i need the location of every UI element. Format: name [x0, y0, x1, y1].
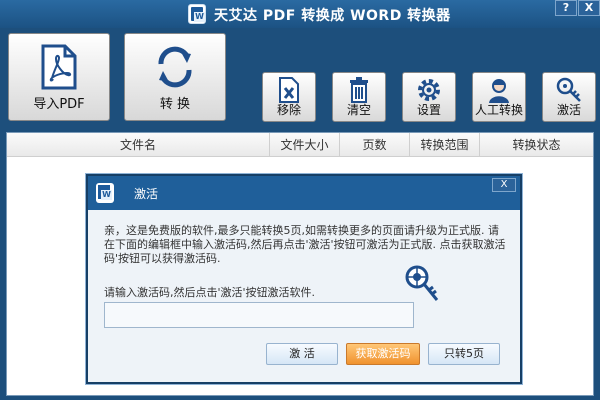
- trash-icon: [350, 77, 368, 103]
- table-header: 文件名 文件大小 页数 转换范围 转换状态: [7, 133, 593, 157]
- column-header-filesize[interactable]: 文件大小: [270, 133, 340, 157]
- column-header-filename[interactable]: 文件名: [7, 133, 270, 157]
- window-title: 天艾达 PDF 转换成 WORD 转换器: [214, 8, 451, 24]
- manual-convert-button[interactable]: 人工转换: [472, 72, 526, 122]
- dialog-message: 亲，这是免费版的软件,最多只能转换5页,如需转换更多的页面请升级为正式版. 请在…: [104, 224, 506, 265]
- remove-label: 移除: [276, 103, 301, 117]
- convert-button[interactable]: 转 换: [124, 33, 226, 121]
- get-code-button[interactable]: 获取激活码: [346, 343, 420, 365]
- clear-button[interactable]: 清空: [332, 72, 386, 122]
- dialog-prompt: 请输入激活码,然后点击'激活'按钮激活软件.: [104, 286, 316, 299]
- refresh-icon: [158, 46, 192, 88]
- person-icon: [489, 79, 509, 103]
- import-pdf-button[interactable]: 导入PDF: [8, 33, 110, 121]
- column-header-status[interactable]: 转换状态: [480, 133, 593, 157]
- import-pdf-label: 导入PDF: [33, 97, 85, 112]
- activation-key-icon: [405, 265, 439, 301]
- dialog-title-bar: W 激活 X: [88, 176, 520, 210]
- activate-toolbar-label: 激活: [556, 103, 581, 117]
- activation-dialog: W 激活 X 亲，这是免费版的软件,最多只能转换5页,如需转换更多的页面请升级为…: [86, 174, 522, 384]
- clear-label: 清空: [346, 103, 371, 117]
- remove-file-icon: [279, 77, 299, 103]
- toolbar: 导入PDF 转 换 移除 清空 设置 人工转换 激活: [0, 28, 600, 128]
- activate-button[interactable]: 激 活: [266, 343, 338, 365]
- manual-convert-label: 人工转换: [474, 103, 523, 117]
- settings-label: 设置: [416, 103, 441, 117]
- activate-toolbar-button[interactable]: 激活: [542, 72, 596, 122]
- close-button[interactable]: X: [578, 0, 600, 16]
- help-button[interactable]: ?: [555, 0, 577, 16]
- dialog-title: 激活: [134, 187, 159, 201]
- dialog-app-icon: W: [96, 183, 114, 203]
- five-pages-button[interactable]: 只转5页: [428, 343, 500, 365]
- remove-button[interactable]: 移除: [262, 72, 316, 122]
- app-logo-icon: W: [188, 4, 206, 24]
- key-icon: [556, 77, 581, 102]
- gear-icon: [418, 79, 440, 101]
- convert-label: 转 换: [159, 97, 191, 112]
- dialog-close-button[interactable]: X: [492, 178, 516, 192]
- column-header-pages[interactable]: 页数: [340, 133, 410, 157]
- column-header-range[interactable]: 转换范围: [410, 133, 480, 157]
- activation-code-input[interactable]: [104, 302, 414, 328]
- pdf-file-icon: [41, 44, 77, 90]
- title-bar: W 天艾达 PDF 转换成 WORD 转换器 ? X: [0, 0, 600, 28]
- settings-button[interactable]: 设置: [402, 72, 456, 122]
